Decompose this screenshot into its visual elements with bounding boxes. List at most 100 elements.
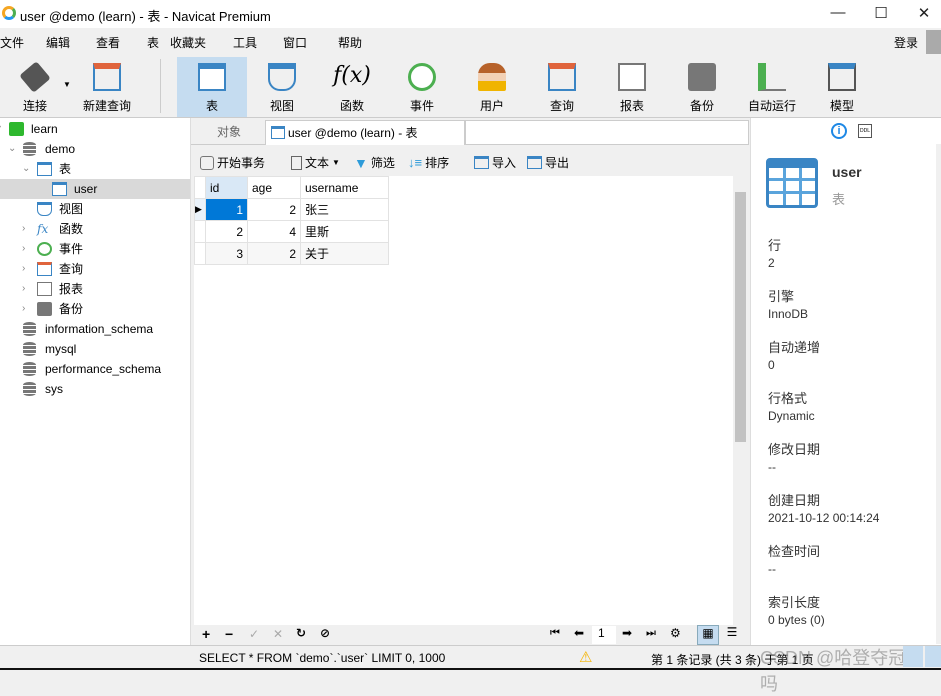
menu-favorites[interactable]: 收藏夹 bbox=[170, 34, 206, 51]
dropdown-arrow-icon[interactable]: ▼ bbox=[63, 80, 71, 89]
table-row[interactable]: ▶ 1 2 张三 bbox=[194, 198, 389, 221]
first-page-icon[interactable]: ⏮ bbox=[550, 627, 560, 640]
tree-item-sys[interactable]: sys bbox=[0, 379, 190, 399]
tree-item-函数[interactable]: › fx 函数 bbox=[0, 219, 190, 239]
info-scrollbar[interactable] bbox=[936, 144, 941, 644]
row-indicator[interactable]: ▶ bbox=[194, 198, 206, 221]
scrollbar-thumb[interactable] bbox=[735, 192, 746, 442]
panel-toggle-button-2[interactable] bbox=[925, 646, 941, 667]
toolbar-user-button[interactable]: 用户 bbox=[457, 57, 527, 117]
tree-item-user[interactable]: user bbox=[0, 179, 190, 199]
data-grid[interactable]: id age username ▶ 1 2 张三 2 4 里斯 3 2 关于 bbox=[194, 176, 734, 625]
menu-window[interactable]: 窗口 bbox=[283, 34, 307, 51]
tree-item-learn[interactable]: ▾ learn bbox=[0, 119, 190, 139]
row-indicator[interactable] bbox=[194, 220, 206, 243]
tree-item-备份[interactable]: › 备份 bbox=[0, 299, 190, 319]
menu-help[interactable]: 帮助 bbox=[338, 34, 362, 51]
import-button[interactable]: 导入 bbox=[474, 154, 516, 171]
toolbar-function-button[interactable]: f(x) 函数 bbox=[317, 57, 387, 117]
tree-item-demo[interactable]: ⌄ demo bbox=[0, 139, 190, 159]
avatar[interactable] bbox=[926, 30, 941, 54]
table-row[interactable]: 2 4 里斯 bbox=[194, 220, 389, 243]
tree-item-information-schema[interactable]: information_schema bbox=[0, 319, 190, 339]
table-row[interactable]: 3 2 关于 bbox=[194, 242, 389, 265]
stop-button[interactable]: ⊘ bbox=[320, 626, 330, 640]
toolbar-view-button[interactable]: 视图 bbox=[247, 57, 317, 117]
backup-icon bbox=[37, 302, 52, 316]
minimize-button[interactable]: — bbox=[823, 4, 853, 22]
grid-view-button[interactable]: ▦ bbox=[697, 625, 719, 645]
tree-item-视图[interactable]: 视图 bbox=[0, 199, 190, 219]
menu-view[interactable]: 查看 bbox=[96, 34, 120, 51]
table-large-icon bbox=[766, 158, 818, 208]
toolbar-automation-button[interactable]: 自动运行 bbox=[737, 57, 807, 117]
settings-gear-icon[interactable]: ⚙ bbox=[670, 626, 681, 640]
maximize-button[interactable]: ☐ bbox=[866, 4, 896, 22]
chevron-right-icon[interactable]: › bbox=[22, 279, 32, 299]
ddl-icon[interactable]: DDL bbox=[858, 124, 872, 138]
cell-username[interactable]: 张三 bbox=[300, 198, 389, 221]
toolbar-report-button[interactable]: 报表 bbox=[597, 57, 667, 117]
text-view-button[interactable]: 文本 ▼ bbox=[291, 154, 340, 171]
tree-item-报表[interactable]: › 报表 bbox=[0, 279, 190, 299]
tab-objects[interactable]: 对象 bbox=[209, 120, 249, 145]
menu-tools[interactable]: 工具 bbox=[233, 34, 257, 51]
cell-age[interactable]: 2 bbox=[247, 242, 301, 265]
tree-item-performance-schema[interactable]: performance_schema bbox=[0, 359, 190, 379]
chevron-right-icon[interactable]: › bbox=[22, 219, 32, 239]
toolbar-event-button[interactable]: 事件 bbox=[387, 57, 457, 117]
prev-page-icon[interactable]: ⬅ bbox=[574, 626, 584, 640]
last-page-icon[interactable]: ⏭ bbox=[646, 627, 656, 640]
panel-toggle-button[interactable] bbox=[903, 646, 923, 667]
toolbar-new-query-button[interactable]: 新建查询 bbox=[72, 57, 142, 117]
toolbar-query-button[interactable]: 查询 bbox=[527, 57, 597, 117]
chevron-right-icon[interactable]: › bbox=[22, 239, 32, 259]
dropdown-arrow-icon: ▼ bbox=[332, 158, 340, 167]
tree-item-mysql[interactable]: mysql bbox=[0, 339, 190, 359]
filter-button[interactable]: ▼ 筛选 bbox=[354, 154, 395, 171]
column-header-age[interactable]: age bbox=[247, 176, 301, 199]
column-header-id[interactable]: id bbox=[205, 176, 248, 199]
toolbar-backup-button[interactable]: 备份 bbox=[667, 57, 737, 117]
next-page-icon[interactable]: ➡ bbox=[622, 626, 632, 640]
chevron-right-icon[interactable]: › bbox=[22, 299, 32, 319]
cell-id[interactable]: 3 bbox=[205, 242, 248, 265]
close-button[interactable]: ✕ bbox=[909, 4, 939, 22]
export-button[interactable]: 导出 bbox=[527, 154, 569, 171]
apply-changes-button[interactable]: ✓ bbox=[249, 627, 259, 641]
toolbar-table-button[interactable]: 表 bbox=[177, 57, 247, 117]
info-icon[interactable]: i bbox=[831, 123, 847, 139]
chevron-down-icon[interactable]: ⌄ bbox=[8, 139, 18, 159]
begin-transaction-button[interactable]: 开始事务 bbox=[200, 154, 265, 171]
toolbar-connection-button[interactable]: 连接 bbox=[0, 57, 70, 117]
cell-id[interactable]: 2 bbox=[205, 220, 248, 243]
cell-age[interactable]: 4 bbox=[247, 220, 301, 243]
login-link[interactable]: 登录 bbox=[894, 34, 918, 51]
cell-id[interactable]: 1 bbox=[205, 198, 248, 221]
discard-changes-button[interactable]: ✕ bbox=[273, 627, 283, 641]
form-view-button[interactable]: ☰ bbox=[722, 625, 742, 645]
menu-edit[interactable]: 编辑 bbox=[46, 34, 70, 51]
toolbar-model-button[interactable]: 模型 bbox=[807, 57, 877, 117]
cell-age[interactable]: 2 bbox=[247, 198, 301, 221]
cell-username[interactable]: 关于 bbox=[300, 242, 389, 265]
menu-table[interactable]: 表 bbox=[147, 34, 159, 51]
status-bar: SELECT * FROM `demo`.`user` LIMIT 0, 100… bbox=[0, 645, 941, 694]
tree-item-表[interactable]: ⌄ 表 bbox=[0, 159, 190, 179]
tree-item-查询[interactable]: › 查询 bbox=[0, 259, 190, 279]
cell-username[interactable]: 里斯 bbox=[300, 220, 389, 243]
chevron-down-icon[interactable]: ⌄ bbox=[22, 159, 32, 179]
chevron-right-icon[interactable]: › bbox=[22, 259, 32, 279]
menu-file[interactable]: 文件 bbox=[0, 34, 24, 51]
refresh-button[interactable]: ↻ bbox=[296, 626, 306, 640]
page-number-input[interactable]: 1 bbox=[592, 626, 616, 644]
vertical-scrollbar[interactable] bbox=[733, 176, 748, 625]
delete-record-button[interactable]: − bbox=[225, 626, 233, 642]
sort-button[interactable]: ↓≡ 排序 bbox=[408, 154, 449, 171]
column-header-username[interactable]: username bbox=[300, 176, 389, 199]
chevron-down-icon[interactable]: ▾ bbox=[0, 119, 6, 139]
add-record-button[interactable]: + bbox=[202, 626, 210, 642]
tree-item-事件[interactable]: › 事件 bbox=[0, 239, 190, 259]
tab-user-table[interactable]: user @demo (learn) - 表 bbox=[265, 120, 465, 145]
row-indicator[interactable] bbox=[194, 242, 206, 265]
